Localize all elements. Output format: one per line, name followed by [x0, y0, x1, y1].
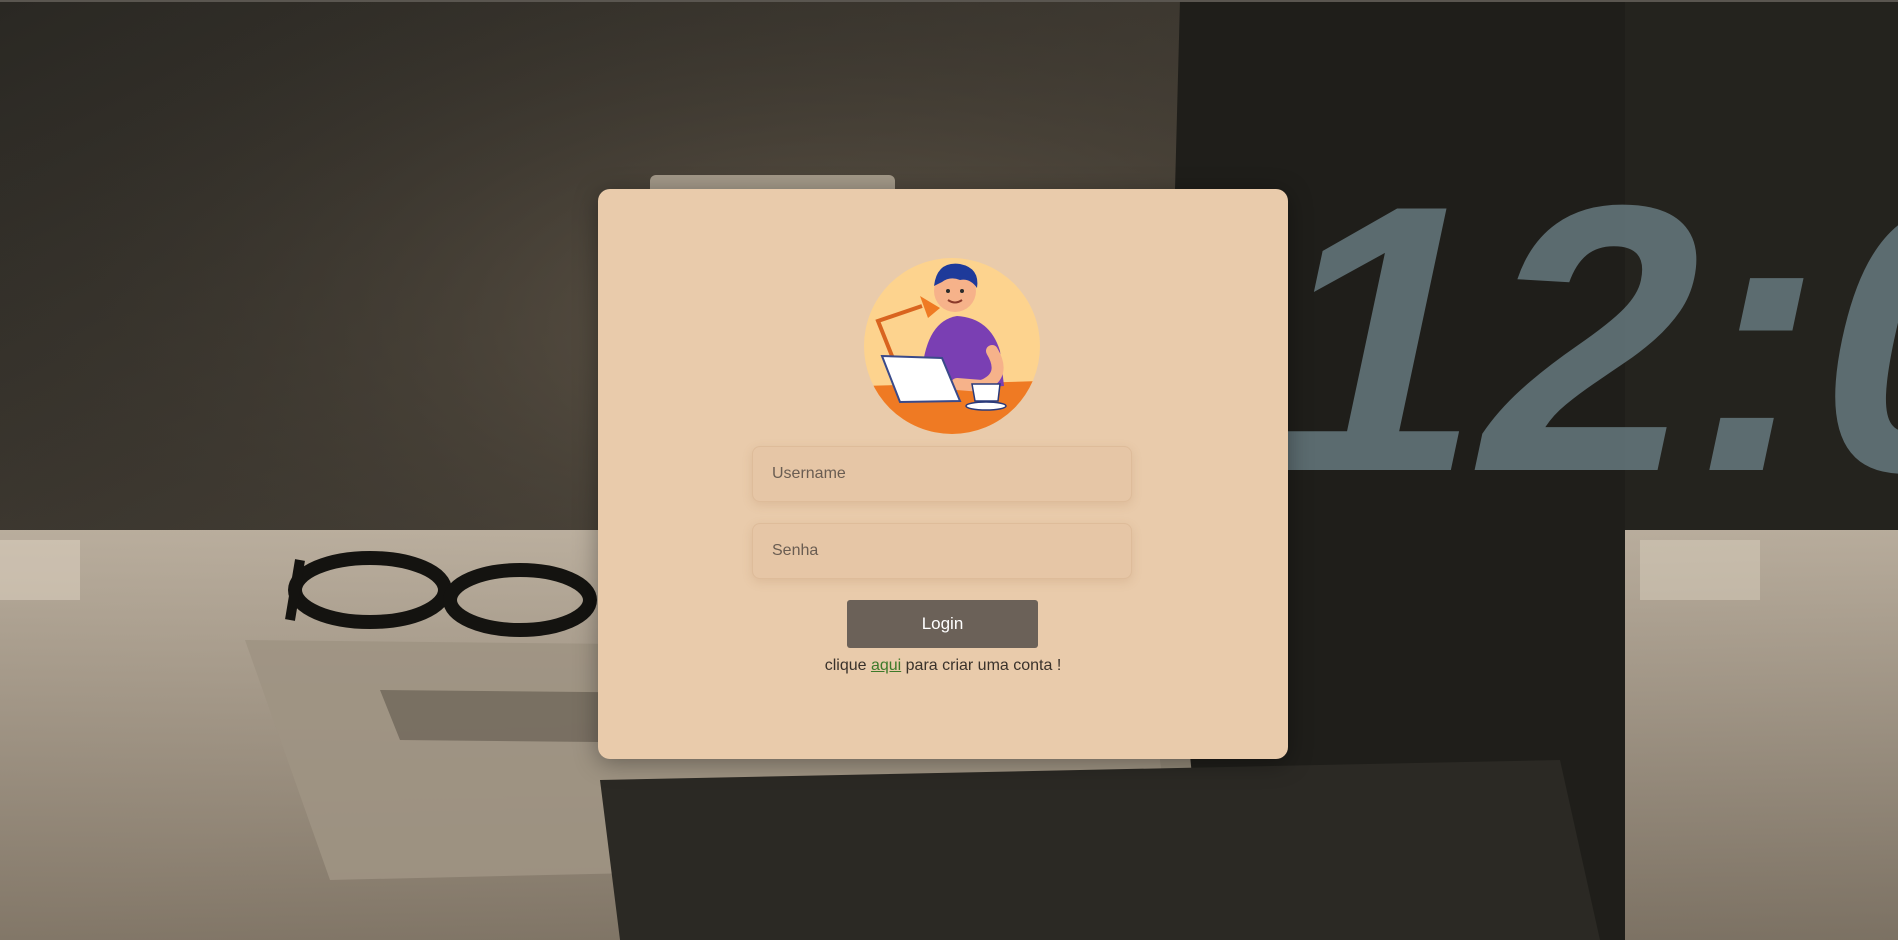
- signup-suffix-text: para criar uma conta !: [901, 657, 1062, 674]
- signup-prefix-text: clique: [824, 657, 871, 674]
- signup-prompt: clique aqui para criar uma conta !: [598, 657, 1288, 675]
- username-input[interactable]: [752, 446, 1132, 502]
- person-at-laptop-illustration: [864, 258, 1040, 434]
- login-button[interactable]: Login: [847, 600, 1038, 648]
- clock-digits: 12:00: [1233, 127, 1898, 551]
- login-card: Login clique aqui para criar uma conta !: [598, 189, 1288, 759]
- top-border: [0, 0, 1898, 2]
- password-input[interactable]: [752, 523, 1132, 579]
- signup-link[interactable]: aqui: [871, 657, 901, 674]
